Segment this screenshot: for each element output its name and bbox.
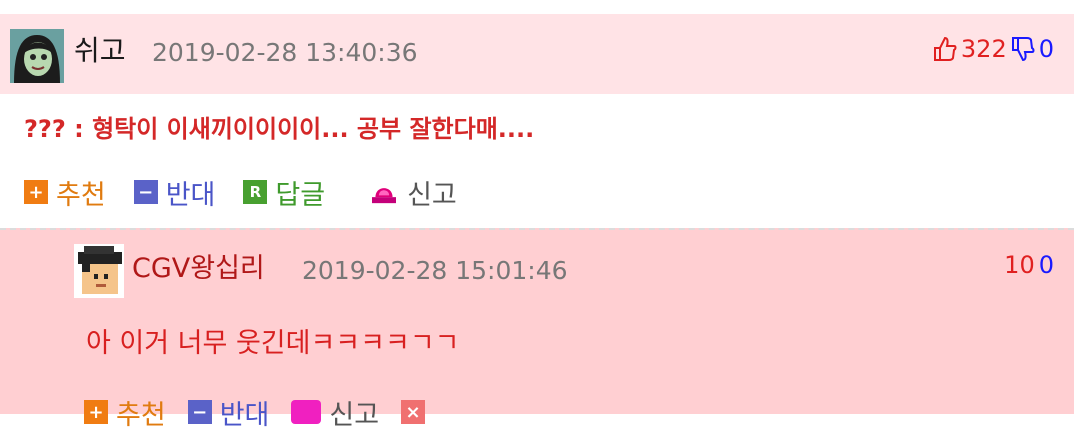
delete-button[interactable]: × — [401, 400, 433, 424]
reply-label: 답글 — [275, 179, 326, 211]
reply-author[interactable]: CGV왕십리 — [132, 252, 265, 286]
reply-oppose-button[interactable]: − 반대 — [187, 393, 270, 432]
downvote-count: 0 — [1038, 35, 1054, 63]
reply-comment: CGV왕십리 2019-02-28 15:01:46 10 0 아 이거 너무 … — [0, 228, 1074, 431]
siren-icon — [291, 400, 322, 424]
reply-vote-counts: 10 0 — [1004, 248, 1054, 282]
comment-text: ??? : 형탁이 이새끼이이이이... 공부 잘한다매.... — [24, 115, 535, 143]
recommend-label: 추천 — [116, 399, 166, 431]
reply-report-button[interactable]: 신고 — [291, 393, 379, 432]
siren-icon — [372, 188, 397, 204]
reply-recommend-button[interactable]: + 추천 — [84, 393, 166, 432]
user-avatar[interactable] — [10, 29, 64, 83]
minus-icon: − — [187, 400, 212, 424]
reply-icon: R — [243, 180, 268, 204]
user-avatar[interactable] — [74, 244, 124, 298]
recommend-label: 추천 — [56, 179, 106, 211]
plus-icon: + — [24, 180, 48, 204]
close-icon: × — [401, 400, 426, 424]
reply-downvote-count: 0 — [1038, 251, 1054, 279]
oppose-label: 반대 — [219, 399, 270, 431]
report-label: 신고 — [407, 179, 457, 211]
vote-counts: 322 0 — [933, 32, 1054, 66]
oppose-label: 반대 — [165, 179, 216, 211]
plus-icon: + — [84, 400, 108, 424]
report-button[interactable]: 신고 — [369, 173, 457, 212]
oppose-button[interactable]: − 반대 — [133, 173, 216, 212]
reply-button[interactable]: R 답글 — [243, 173, 325, 212]
comment-author[interactable]: 쉬고 — [74, 34, 126, 68]
reply-actions: + 추천 − 반대 신고 × — [84, 393, 455, 432]
comment-actions: + 추천 − 반대 R 답글 신고 — [24, 173, 485, 212]
upvote-count: 322 — [960, 35, 1007, 63]
thumbs-down-icon — [1011, 37, 1035, 62]
report-label: 신고 — [329, 399, 380, 431]
reply-upvote-count: 10 — [1004, 251, 1035, 279]
comment-header: 쉬고 2019-02-28 13:40:36 322 0 — [0, 14, 1074, 94]
minus-icon: − — [133, 180, 158, 204]
thumbs-up-icon — [933, 36, 957, 61]
recommend-button[interactable]: + 추천 — [24, 173, 106, 212]
reply-text: 아 이거 너무 웃긴데ㅋㅋㅋㅋㄱㄱ — [86, 328, 460, 359]
comment-timestamp: 2019-02-28 13:40:36 — [152, 38, 418, 67]
reply-timestamp: 2019-02-28 15:01:46 — [302, 256, 568, 285]
